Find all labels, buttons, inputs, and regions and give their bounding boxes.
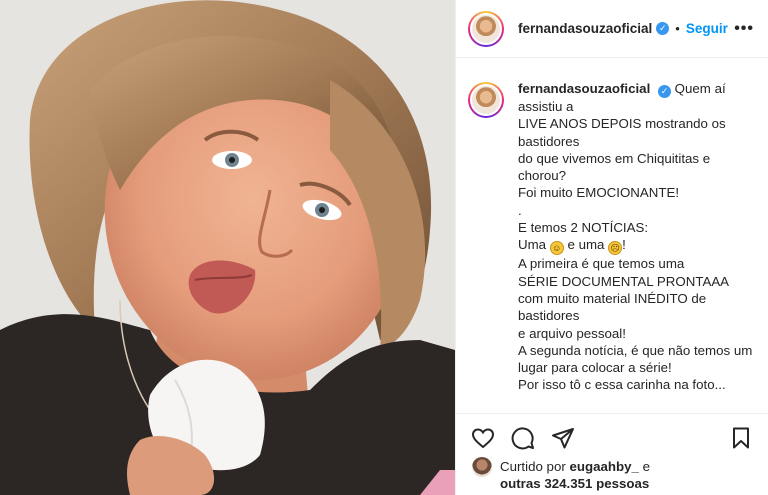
caption-line: A segunda notícia, é que não temos um [518,342,753,358]
likes-count-link[interactable]: outras 324.351 pessoas [500,476,649,491]
caption-fragment: ! [622,237,626,253]
caption-section: fernandasouzaoficial ✓ Quem aí assistiu … [468,80,768,413]
caption-line: LIVE ANOS DEPOIS mostrando os bastidores [518,116,726,149]
more-options-icon[interactable]: ••• [734,20,754,38]
selfie-image [0,0,455,495]
caption-line: Foi muito EMOCIONANTE! [518,185,680,201]
caption-line: E temos 2 NOTÍCIAS: [518,219,758,236]
caption-fragment: e uma [567,237,605,253]
actions-divider [456,413,768,414]
caption-line: SÉRIE DOCUMENTAL PRONTAAA [518,273,730,289]
header-separator: • [675,21,680,36]
post-photo[interactable] [0,0,455,495]
post-actions-bar [470,424,754,452]
caption-line: Por isso tô c essa carinha na foto... [518,377,726,393]
likes-connector: e [642,459,651,474]
caption-line: do que vivemos em Chiquititas e chorou? [518,150,711,184]
caption-fragment: E temos 2 NOTÍCIAS: [518,220,649,236]
verified-badge-icon: ✓ [656,22,670,35]
comment-icon[interactable] [510,425,536,451]
caption-line: com muito material INÉDITO de bastidores [518,290,707,324]
liker-username[interactable]: eugaahby_ [569,459,638,474]
author-avatar[interactable] [468,10,504,47]
caption-line: Uma ☺ e uma ☹! [518,236,758,256]
heart-icon[interactable] [470,425,496,451]
likes-prefix: Curtido por [500,459,566,474]
likes-summary: Curtido por eugaahby_ e outras 324.351 p… [472,457,758,492]
post-side-panel: fernandasouzaoficial ✓ • Seguir ••• fern… [455,0,768,495]
caption-username[interactable]: fernandasouzaoficial [518,81,650,96]
follow-button[interactable]: Seguir [686,21,728,36]
sad-face-emoji-icon: ☹ [608,241,623,256]
caption-text: fernandasouzaoficial ✓ Quem aí assistiu … [518,80,758,413]
caption-line: . [518,202,522,218]
share-icon[interactable] [550,425,576,451]
liker-avatar[interactable] [472,457,492,477]
caption-line: e arquivo pessoal! [518,325,626,341]
caption-line: A primeira é que temos uma [518,256,685,272]
caption-author-avatar[interactable] [468,82,504,118]
bookmark-icon[interactable] [728,425,754,451]
author-username[interactable]: fernandasouzaoficial [518,21,652,36]
verified-badge-icon: ✓ [657,85,671,98]
post-header: fernandasouzaoficial ✓ • Seguir ••• [456,0,768,58]
happy-face-emoji-icon: ☺ [549,241,564,256]
caption-fragment: Uma [518,237,547,253]
caption-line: lugar para colocar a série! [518,360,672,376]
